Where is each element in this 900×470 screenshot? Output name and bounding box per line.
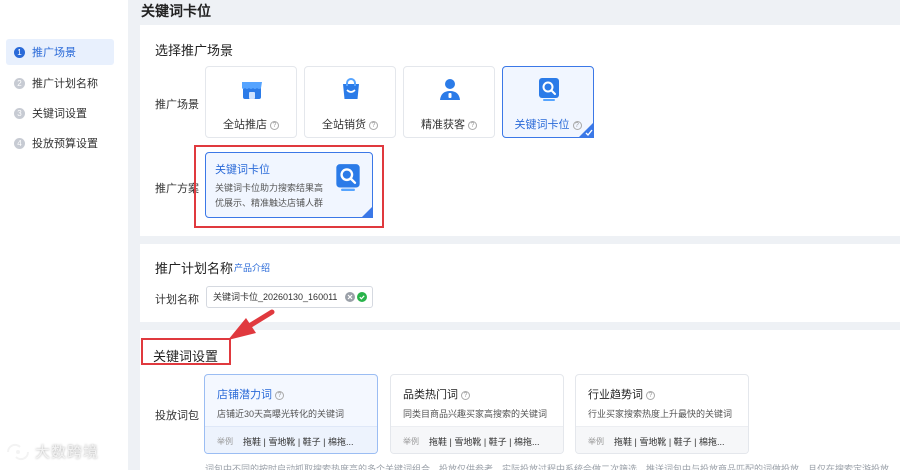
help-icon[interactable]: ?: [461, 391, 470, 400]
scene-card-goods[interactable]: 全站销货?: [304, 66, 396, 138]
clear-icon[interactable]: [345, 292, 355, 302]
keyword-card-category-hot[interactable]: 品类热门词? 同类目商品兴趣买家高搜索的关键词 举例 拖鞋 | 雪地靴 | 鞋子…: [390, 374, 564, 454]
sidebar-step-label: 推广计划名称: [32, 78, 98, 90]
scene-row-label: 推广场景: [155, 99, 199, 111]
keyword-examples: 拖鞋 | 雪地靴 | 鞋子 | 棉拖...: [429, 437, 540, 447]
example-label: 举例: [217, 437, 233, 446]
keyword-card-footer: 举例 拖鞋 | 雪地靴 | 鞋子 | 棉拖...: [205, 426, 377, 453]
keyword-card-title: 品类热门词: [403, 389, 458, 401]
plan-name-panel: [140, 244, 900, 322]
help-icon[interactable]: ?: [275, 391, 284, 400]
watermark-logo-icon: [6, 443, 30, 460]
scene-card-keyword[interactable]: 关键词卡位?: [502, 66, 594, 138]
shopping-bag-icon: [343, 78, 359, 99]
sidebar-step-2[interactable]: 2 推广计划名称: [6, 70, 114, 96]
annotation-box-keyword: [141, 338, 231, 365]
sidebar-step-label: 投放预算设置: [32, 138, 98, 150]
scene-card-precise[interactable]: 精准获客?: [403, 66, 495, 138]
plan-name-label: 计划名称: [155, 294, 199, 306]
keyword-card-title: 店铺潜力词: [217, 389, 272, 401]
keyword-card-footer: 举例 拖鞋 | 雪地靴 | 鞋子 | 棉拖...: [391, 426, 563, 453]
help-icon[interactable]: ?: [369, 121, 378, 130]
sidebar-step-4[interactable]: 4 投放预算设置: [6, 130, 114, 156]
sidebar-step-label: 推广场景: [32, 47, 76, 59]
plan-row-label: 推广方案: [155, 183, 199, 195]
example-label: 举例: [403, 437, 419, 446]
keyword-footnote: 词包中不同的按时启动抓取搜索热度高的多个关键词组合，投放仅供参考，实际投放过程中…: [205, 464, 890, 470]
help-icon[interactable]: ?: [468, 121, 477, 130]
sidebar-step-1[interactable]: 1 推广场景: [6, 39, 114, 65]
sidebar-step-3[interactable]: 3 关键词设置: [6, 100, 114, 126]
keyword-card-industry-trend[interactable]: 行业趋势词? 行业买家搜索热度上升最快的关键词 举例 拖鞋 | 雪地靴 | 鞋子…: [575, 374, 749, 454]
scene-label: 全站推店: [223, 119, 267, 131]
plan-name-section-title: 推广计划名称: [155, 261, 234, 276]
keyword-examples: 拖鞋 | 雪地靴 | 鞋子 | 棉拖...: [243, 437, 354, 447]
store-icon: [242, 82, 262, 99]
step-number: 2: [14, 77, 25, 89]
page-title: 关键词卡位: [141, 3, 211, 19]
step-number: 4: [14, 137, 25, 149]
selected-check-icon: [578, 122, 594, 138]
keyword-card-shop-potential[interactable]: 店铺潜力词? 店铺近30天高曝光转化的关键词 举例 拖鞋 | 雪地靴 | 鞋子 …: [204, 374, 378, 454]
keyword-card-footer: 举例 拖鞋 | 雪地靴 | 鞋子 | 棉拖...: [576, 426, 748, 453]
scene-label: 精准获客: [421, 119, 465, 131]
user-target-icon: [440, 79, 460, 100]
scene-label: 关键词卡位: [514, 119, 570, 131]
help-icon[interactable]: ?: [270, 121, 279, 130]
keyword-card-title: 行业趋势词: [588, 389, 643, 401]
scene-label: 全站销货: [322, 119, 366, 131]
keyword-card-desc: 店铺近30天高曝光转化的关键词: [217, 409, 345, 419]
annotation-box-plan: [194, 145, 384, 228]
sidebar: 1 推广场景 2 推广计划名称 3 关键词设置 4 投放预算设置: [0, 0, 128, 470]
step-number: 3: [14, 107, 25, 119]
help-icon[interactable]: ?: [646, 391, 655, 400]
sidebar-step-label: 关键词设置: [32, 108, 87, 120]
watermark-text: 大数跨境: [35, 444, 100, 461]
watermark: 大数跨境: [6, 441, 99, 462]
example-label: 举例: [588, 437, 604, 446]
scene-card-store[interactable]: 全站推店?: [205, 66, 297, 138]
keyword-package-label: 投放词包: [155, 410, 199, 422]
keyword-card-desc: 行业买家搜索热度上升最快的关键词: [588, 409, 733, 419]
product-intro-link[interactable]: 产品介绍: [234, 261, 270, 274]
keyword-search-icon: [539, 78, 559, 101]
keyword-examples: 拖鞋 | 雪地靴 | 鞋子 | 棉拖...: [614, 437, 725, 447]
scene-section-title: 选择推广场景: [155, 43, 234, 58]
keyword-card-desc: 同类目商品兴趣买家高搜索的关键词: [403, 409, 548, 419]
valid-check-icon: [357, 292, 367, 302]
step-number: 1: [14, 46, 25, 58]
